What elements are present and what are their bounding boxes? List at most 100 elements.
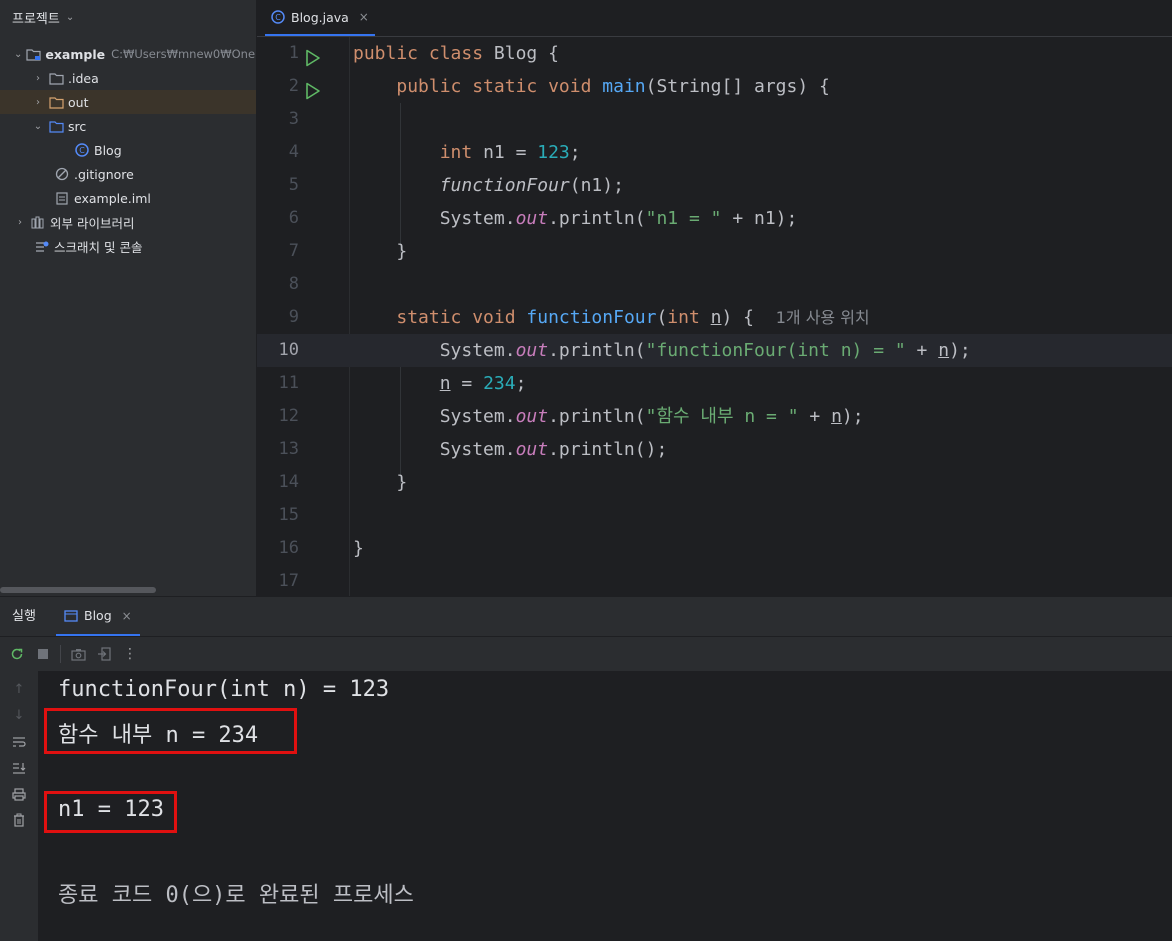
tab-label: Blog.java (291, 9, 349, 25)
scratches-icon (34, 239, 50, 253)
line-number: 13 (278, 439, 299, 459)
code-line[interactable]: 2 public static void main(String[] args)… (257, 70, 1172, 103)
tree-item-out[interactable]: › out (0, 90, 256, 114)
line-number: 15 (278, 505, 299, 525)
operator: + (905, 340, 939, 361)
tree-item-external-libraries[interactable]: › 외부 라이브러리 (0, 210, 256, 234)
identifier: (n1); (569, 175, 624, 196)
tree-item-label: 스크래치 및 콘솔 (54, 239, 143, 255)
tree-item-idea[interactable]: › .idea (0, 66, 256, 90)
ignore-file-icon (54, 167, 70, 181)
code-line[interactable]: 7 } (257, 235, 1172, 268)
camera-icon[interactable] (65, 641, 91, 667)
code-line[interactable]: 9 static void functionFour(int n) { 1개 사… (257, 301, 1172, 334)
tab-run-blog[interactable]: Blog × (56, 597, 140, 636)
horizontal-scrollbar[interactable] (0, 587, 156, 593)
console-output[interactable]: functionFour(int n) = 123 함수 내부 n = 234 … (38, 671, 1172, 941)
chevron-right-icon[interactable]: › (14, 217, 26, 228)
tree-item-gitignore[interactable]: .gitignore (0, 162, 256, 186)
trash-icon[interactable] (9, 810, 29, 830)
run-panel-title: 실행 (12, 609, 36, 624)
identifier: .println( (548, 340, 646, 361)
tree-item-label: out (68, 94, 89, 110)
line-number: 5 (288, 175, 299, 195)
tree-item-scratches[interactable]: 스크래치 및 콘솔 (0, 234, 256, 258)
code-line[interactable]: 14 } (257, 466, 1172, 499)
svg-text:C: C (79, 146, 85, 155)
library-icon (30, 215, 46, 229)
tree-item-example[interactable]: ⌄ example C:₩Users₩mnew0₩OneDriv (0, 42, 256, 66)
code-line[interactable]: 16 } (257, 532, 1172, 565)
punctuation: ( (656, 307, 668, 328)
tree-root-name: example (45, 46, 106, 62)
tree-item-label: example.iml (74, 190, 151, 206)
usages-hint[interactable]: 1개 사용 위치 (776, 308, 870, 327)
string-literal: "함수 내부 n = " (645, 406, 799, 427)
arrow-up-icon[interactable]: ↑ (9, 679, 29, 699)
more-options-icon[interactable]: ⋮ (117, 641, 143, 667)
code-line[interactable]: 1 public class Blog { (257, 37, 1172, 70)
project-panel: 프로젝트 ⌄ ⌄ example C:₩Users₩mnew0₩OneDriv … (0, 0, 257, 596)
line-number: 17 (278, 571, 299, 591)
chevron-down-icon[interactable]: ⌄ (14, 49, 22, 60)
stop-icon[interactable] (30, 641, 56, 667)
login-icon[interactable] (91, 641, 117, 667)
code-line[interactable]: 4 int n1 = 123; (257, 136, 1172, 169)
method-call: functionFour (439, 175, 570, 196)
scroll-to-end-icon[interactable] (9, 758, 29, 778)
line-number: 2 (288, 76, 299, 96)
code-line[interactable]: 3 (257, 103, 1172, 136)
code-line[interactable]: 11 n = 234; (257, 367, 1172, 400)
keyword: public static void (396, 76, 603, 97)
code-line[interactable]: 5 functionFour(n1); (257, 169, 1172, 202)
identifier: (String[] args) { (645, 76, 830, 97)
chevron-down-icon[interactable]: ⌄ (32, 121, 44, 132)
run-panel-header: 실행 Blog × (0, 597, 1172, 637)
string-literal: "n1 = " (645, 208, 722, 229)
close-icon[interactable]: × (359, 10, 369, 24)
print-icon[interactable] (9, 784, 29, 804)
tree-item-src[interactable]: ⌄ src (0, 114, 256, 138)
code-line-current[interactable]: 10 System.out.println("functionFour(int … (257, 334, 1172, 367)
brace: } (396, 241, 408, 262)
identifier: .println( (548, 208, 646, 229)
chevron-right-icon[interactable]: › (32, 73, 44, 84)
close-icon[interactable]: × (122, 609, 132, 623)
soft-wrap-icon[interactable] (9, 732, 29, 752)
method-name: main (602, 76, 646, 97)
identifier: n1 = (483, 142, 538, 163)
arrow-down-icon[interactable]: ↓ (9, 705, 29, 725)
code-line[interactable]: 15 (257, 499, 1172, 532)
parameter: n (831, 406, 842, 427)
tab-blog-java[interactable]: C Blog.java × (265, 0, 375, 36)
chevron-down-icon[interactable]: ⌄ (66, 12, 74, 23)
operator: + (798, 406, 832, 427)
code-line[interactable]: 12 System.out.println("함수 내부 n = " + n); (257, 400, 1172, 433)
code-editor[interactable]: 1 public class Blog { 2 public static vo… (257, 37, 1172, 596)
code-line[interactable]: 8 (257, 268, 1172, 301)
highlight-box (44, 791, 177, 833)
line-number: 7 (288, 241, 299, 261)
brace: } (353, 538, 364, 559)
tree-item-blog[interactable]: C Blog (0, 138, 256, 162)
tab-label: Blog (84, 608, 112, 623)
tree-item-example-iml[interactable]: example.iml (0, 186, 256, 210)
java-class-icon: C (271, 10, 285, 24)
chevron-right-icon[interactable]: › (32, 97, 44, 108)
keyword: public class (353, 43, 494, 64)
brace: } (396, 472, 408, 493)
folder-icon (48, 71, 64, 85)
identifier: Blog { (493, 43, 559, 64)
code-line[interactable]: 6 System.out.println("n1 = " + n1); (257, 202, 1172, 235)
keyword: static void (396, 307, 527, 328)
project-panel-header[interactable]: 프로젝트 ⌄ (0, 0, 256, 34)
code-line[interactable]: 13 System.out.println(); (257, 433, 1172, 466)
identifier: System. (439, 406, 516, 427)
rerun-icon[interactable] (4, 641, 30, 667)
line-number: 4 (288, 142, 299, 162)
console-line: functionFour(int n) = 123 (58, 677, 390, 702)
line-number: 14 (278, 472, 299, 492)
tree-item-label: src (68, 118, 87, 134)
code-line[interactable]: 17 (257, 565, 1172, 596)
java-class-icon: C (74, 143, 90, 157)
